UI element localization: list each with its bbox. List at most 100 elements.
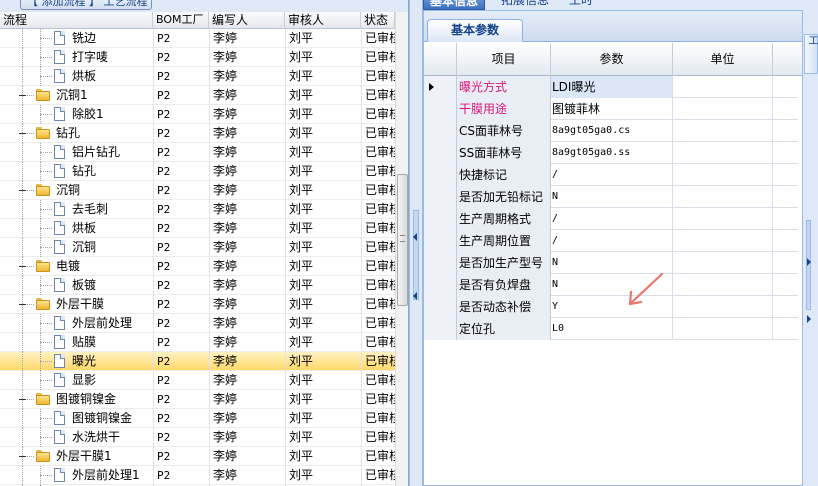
- param-unit[interactable]: [673, 274, 773, 296]
- tree-step-row[interactable]: 烘板 P2 李婷 刘平 已审核: [0, 219, 395, 238]
- param-row[interactable]: 曝光方式 LDI曝光: [424, 76, 798, 98]
- tree-step-row[interactable]: 显影 P2 李婷 刘平 已审核: [0, 371, 395, 390]
- param-row[interactable]: 是否动态补偿 Y: [424, 296, 798, 318]
- column-header-bom[interactable]: BOM工厂: [153, 12, 209, 29]
- param-unit[interactable]: [673, 98, 773, 120]
- tree-step-row[interactable]: 沉铜 P2 李婷 刘平 已审核: [0, 238, 395, 257]
- expand-right-icon[interactable]: [807, 258, 811, 266]
- collapse-left-icon[interactable]: [413, 292, 417, 300]
- param-value[interactable]: /: [551, 208, 673, 230]
- param-row[interactable]: CS面菲林号 8a9gt05ga0.cs: [424, 120, 798, 142]
- column-header-status[interactable]: 状态: [361, 12, 395, 29]
- param-row[interactable]: 是否有负焊盘 N: [424, 274, 798, 296]
- tree-folder-row[interactable]: 外层干膜 P2 李婷 刘平 已审核: [0, 295, 395, 314]
- param-value[interactable]: N: [551, 252, 673, 274]
- side-tab-work[interactable]: 工: [804, 34, 818, 74]
- param-value[interactable]: L0: [551, 318, 673, 340]
- param-value[interactable]: 8a9gt05ga0.ss: [551, 142, 673, 164]
- collapse-icon[interactable]: [19, 190, 26, 191]
- tree-folder-row[interactable]: 电镀 P2 李婷 刘平 已审核: [0, 257, 395, 276]
- row-indicator[interactable]: [424, 76, 457, 98]
- collapse-icon[interactable]: [19, 266, 26, 267]
- tree-folder-row[interactable]: 沉铜1 P2 李婷 刘平 已审核: [0, 86, 395, 105]
- param-row[interactable]: 是否加生产型号 N: [424, 252, 798, 274]
- param-unit[interactable]: [673, 76, 773, 98]
- tree-vertical-scrollbar[interactable]: [395, 12, 408, 486]
- tab-basic-info[interactable]: 基本信息: [423, 0, 486, 10]
- param-row[interactable]: 定位孔 L0: [424, 318, 798, 340]
- collapse-icon[interactable]: [19, 304, 26, 305]
- param-row[interactable]: 生产周期格式 /: [424, 208, 798, 230]
- row-indicator[interactable]: [424, 120, 457, 142]
- tree-step-row[interactable]: 铣边 P2 李婷 刘平 已审核: [0, 29, 395, 48]
- tree-folder-row[interactable]: 钻孔 P2 李婷 刘平 已审核: [0, 124, 395, 143]
- param-unit[interactable]: [673, 208, 773, 230]
- scrollbar-thumb[interactable]: [397, 174, 408, 306]
- tree-step-row[interactable]: 板镀 P2 李婷 刘平 已审核: [0, 276, 395, 295]
- param-row[interactable]: 干膜用途 图镀菲林: [424, 98, 798, 120]
- splitter-grip[interactable]: [413, 210, 419, 300]
- param-row[interactable]: SS面菲林号 8a9gt05ga0.ss: [424, 142, 798, 164]
- param-unit[interactable]: [673, 296, 773, 318]
- param-unit[interactable]: [673, 164, 773, 186]
- row-indicator[interactable]: [424, 142, 457, 164]
- param-value[interactable]: N: [551, 186, 673, 208]
- expand-right-icon[interactable]: [807, 315, 811, 323]
- panel-splitter[interactable]: [409, 0, 423, 486]
- param-unit[interactable]: [673, 186, 773, 208]
- collapse-left-icon[interactable]: [413, 233, 417, 241]
- param-value[interactable]: /: [551, 230, 673, 252]
- column-header-item[interactable]: 项目: [457, 43, 551, 76]
- param-value[interactable]: LDI曝光: [551, 76, 673, 98]
- tree-step-row[interactable]: 烘板 P2 李婷 刘平 已审核: [0, 67, 395, 86]
- param-row[interactable]: 快捷标记 /: [424, 164, 798, 186]
- param-unit[interactable]: [673, 318, 773, 340]
- param-unit[interactable]: [673, 230, 773, 252]
- tree-step-row[interactable]: 外层前处理1 P2 李婷 刘平 已审核: [0, 466, 395, 485]
- row-indicator[interactable]: [424, 230, 457, 252]
- tree-step-row[interactable]: 贴膜 P2 李婷 刘平 已审核: [0, 333, 395, 352]
- tab-work-hours[interactable]: 工时: [563, 0, 599, 10]
- param-value[interactable]: 8a9gt05ga0.cs: [551, 120, 673, 142]
- column-header-process[interactable]: 流程: [0, 12, 153, 29]
- tab-extended-info[interactable]: 拓展信息: [495, 0, 555, 10]
- collapse-icon[interactable]: [19, 456, 26, 457]
- column-header-unit[interactable]: 单位: [673, 43, 773, 76]
- tree-step-row[interactable]: 曝光 P2 李婷 刘平 已审核: [0, 352, 395, 371]
- row-indicator[interactable]: [424, 274, 457, 296]
- collapse-icon[interactable]: [19, 399, 26, 400]
- row-indicator[interactable]: [424, 208, 457, 230]
- tree-step-row[interactable]: 外层前处理 P2 李婷 刘平 已审核: [0, 314, 395, 333]
- row-indicator[interactable]: [424, 318, 457, 340]
- collapse-icon[interactable]: [19, 95, 26, 96]
- param-unit[interactable]: [673, 120, 773, 142]
- row-indicator[interactable]: [424, 252, 457, 274]
- tree-step-row[interactable]: 钻孔 P2 李婷 刘平 已审核: [0, 162, 395, 181]
- tree-step-row[interactable]: 铝片钻孔 P2 李婷 刘平 已审核: [0, 143, 395, 162]
- tree-step-row[interactable]: 去毛刺 P2 李婷 刘平 已审核: [0, 200, 395, 219]
- tree-folder-row[interactable]: 沉铜 P2 李婷 刘平 已审核: [0, 181, 395, 200]
- param-row[interactable]: 是否加无铅标记 N: [424, 186, 798, 208]
- row-indicator[interactable]: [424, 296, 457, 318]
- tree-step-row[interactable]: 除胶1 P2 李婷 刘平 已审核: [0, 105, 395, 124]
- column-header-reviewer[interactable]: 审核人: [285, 12, 361, 29]
- param-unit[interactable]: [673, 252, 773, 274]
- tree-step-row[interactable]: 图镀铜镍金 P2 李婷 刘平 已审核: [0, 409, 395, 428]
- column-header-editor[interactable]: 编写人: [209, 12, 285, 29]
- param-value[interactable]: /: [551, 164, 673, 186]
- collapse-icon[interactable]: [19, 133, 26, 134]
- tree-folder-row[interactable]: 图镀铜镍金 P2 李婷 刘平 已审核: [0, 390, 395, 409]
- add-process-button[interactable]: 【 添加流程 】 工艺流程: [20, 0, 152, 10]
- tree-step-row[interactable]: 水洗烘干 P2 李婷 刘平 已审核: [0, 428, 395, 447]
- param-value[interactable]: N: [551, 274, 673, 296]
- tab-basic-params[interactable]: 基本参数: [427, 19, 523, 42]
- param-value[interactable]: Y: [551, 296, 673, 318]
- row-indicator[interactable]: [424, 164, 457, 186]
- tree-step-row[interactable]: 打字唛 P2 李婷 刘平 已审核: [0, 48, 395, 67]
- tree-folder-row[interactable]: 外层干膜1 P2 李婷 刘平 已审核: [0, 447, 395, 466]
- column-header-param[interactable]: 参数: [551, 43, 673, 76]
- param-row[interactable]: 生产周期位置 /: [424, 230, 798, 252]
- row-indicator[interactable]: [424, 98, 457, 120]
- param-unit[interactable]: [673, 142, 773, 164]
- param-value[interactable]: 图镀菲林: [551, 98, 673, 120]
